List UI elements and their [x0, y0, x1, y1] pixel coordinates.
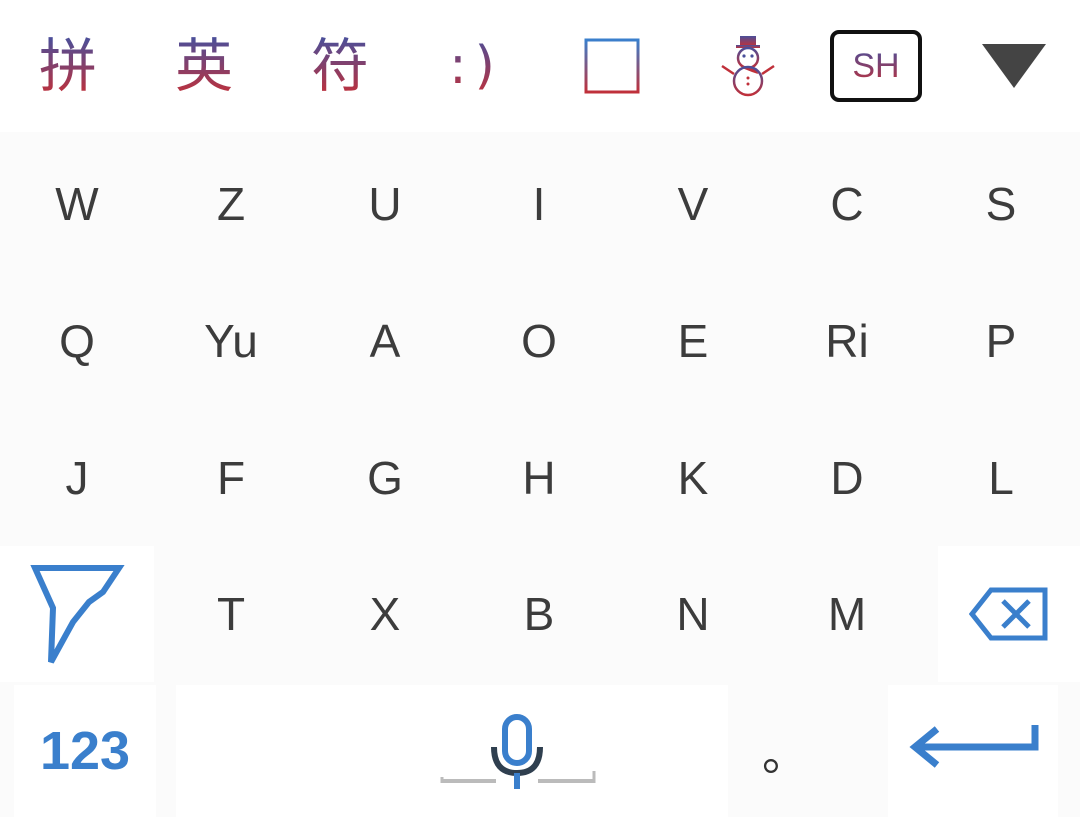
- key[interactable]: W: [0, 136, 154, 272]
- key[interactable]: C: [770, 136, 924, 272]
- key[interactable]: U: [308, 136, 462, 272]
- snowman-icon: [721, 36, 775, 97]
- backspace-icon: [969, 587, 1048, 641]
- clipboard-button[interactable]: [552, 10, 672, 122]
- key[interactable]: N: [616, 546, 770, 682]
- enter-icon: [909, 725, 1039, 768]
- key[interactable]: B: [462, 546, 616, 682]
- sticker-button[interactable]: [688, 10, 808, 122]
- key[interactable]: I: [462, 136, 616, 272]
- keyboard-toolbar: 拼 英 符 :) SH: [0, 0, 1080, 132]
- microphone-icon: [440, 695, 596, 805]
- key[interactable]: P: [924, 273, 1078, 409]
- pinyin-mode-button[interactable]: 拼: [8, 10, 128, 122]
- key[interactable]: A: [308, 273, 462, 409]
- keyboard: 拼 英 符 :) SH W Z U I V C S Q Yu A O E Ri …: [0, 0, 1080, 817]
- key[interactable]: Ri: [770, 273, 924, 409]
- collapse-keyboard-button[interactable]: [954, 10, 1074, 122]
- shift-icon: [30, 565, 125, 664]
- emoticon-button[interactable]: :): [416, 10, 536, 122]
- backspace-key[interactable]: [938, 546, 1080, 682]
- key[interactable]: T: [154, 546, 308, 682]
- key[interactable]: K: [616, 410, 770, 546]
- key[interactable]: H: [462, 410, 616, 546]
- enter-key[interactable]: [888, 685, 1058, 817]
- key[interactable]: Q: [0, 273, 154, 409]
- pinyin-label: 拼: [38, 32, 97, 100]
- key[interactable]: F: [154, 410, 308, 546]
- key[interactable]: O: [462, 273, 616, 409]
- layout-badge-label: SH: [852, 46, 900, 85]
- key[interactable]: V: [616, 136, 770, 272]
- english-mode-button[interactable]: 英: [144, 10, 264, 122]
- english-label: 英: [174, 32, 233, 100]
- key[interactable]: E: [616, 273, 770, 409]
- key[interactable]: Z: [154, 136, 308, 272]
- shift-key[interactable]: [0, 546, 154, 682]
- space-key[interactable]: [176, 685, 728, 817]
- collapse-keyboard-icon: [982, 44, 1046, 88]
- emoticon-label: :): [449, 36, 503, 96]
- key[interactable]: D: [770, 410, 924, 546]
- layout-badge: SH: [830, 30, 922, 102]
- number-mode-label: 123: [39, 721, 131, 781]
- number-mode-key[interactable]: 123: [14, 685, 156, 817]
- layout-badge-button[interactable]: SH: [816, 10, 936, 122]
- symbol-button[interactable]: 符: [280, 10, 400, 122]
- key[interactable]: X: [308, 546, 462, 682]
- key[interactable]: Yu: [154, 273, 308, 409]
- period-key[interactable]: 。: [708, 685, 862, 817]
- key[interactable]: J: [0, 410, 154, 546]
- key[interactable]: M: [770, 546, 924, 682]
- period-label: 。: [762, 728, 808, 780]
- symbol-label: 符: [310, 32, 369, 100]
- key[interactable]: S: [924, 136, 1078, 272]
- clipboard-icon: [584, 36, 640, 94]
- key[interactable]: G: [308, 410, 462, 546]
- key[interactable]: L: [924, 410, 1078, 546]
